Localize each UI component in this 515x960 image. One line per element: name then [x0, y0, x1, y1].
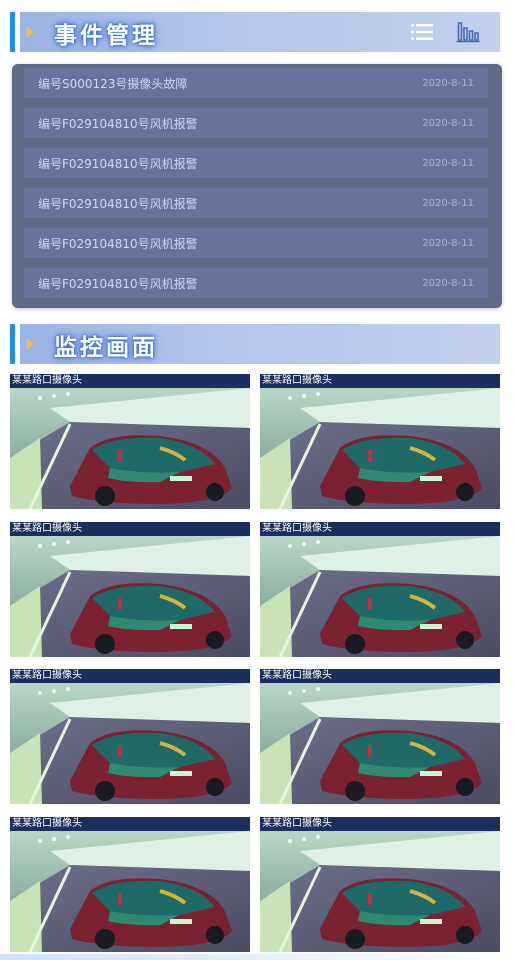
camera-feed[interactable]: 某某路口摄像头: [260, 522, 500, 657]
camera-feed[interactable]: 某某路口摄像头: [10, 522, 250, 657]
camera-label: 某某路口摄像头: [260, 374, 500, 388]
event-title: 编号F029104810号风机报警: [38, 236, 198, 251]
bottom-decoration: [0, 954, 515, 960]
camera-feed[interactable]: 某某路口摄像头: [10, 374, 250, 509]
camera-label: 某某路口摄像头: [10, 669, 250, 683]
bar-chart-icon[interactable]: [456, 20, 480, 44]
camera-feed[interactable]: 某某路口摄像头: [260, 669, 500, 804]
event-list-panel: 编号S000123号摄像头故障 2020-8-11 编号F029104810号风…: [12, 64, 502, 308]
event-date: 2020-8-11: [422, 277, 474, 289]
camera-label: 某某路口摄像头: [260, 669, 500, 683]
event-title: 编号F029104810号风机报警: [38, 276, 198, 291]
event-title: 编号S000123号摄像头故障: [38, 76, 188, 91]
events-section-title: 事件管理: [54, 23, 158, 49]
event-list-item[interactable]: 编号F029104810号风机报警 2020-8-11: [24, 268, 488, 298]
event-date: 2020-8-11: [422, 77, 474, 89]
monitor-section-header: 监控画面: [10, 324, 500, 364]
camera-image: [10, 388, 250, 509]
header-accent-bar: [10, 12, 15, 52]
monitor-section-title: 监控画面: [54, 335, 158, 361]
camera-label: 某某路口摄像头: [10, 522, 250, 536]
list-icon[interactable]: [410, 20, 434, 44]
camera-image: [260, 683, 500, 804]
camera-image: [260, 388, 500, 509]
event-list-item[interactable]: 编号F029104810号风机报警 2020-8-11: [24, 228, 488, 258]
camera-feed[interactable]: 某某路口摄像头: [260, 817, 500, 952]
camera-image: [10, 683, 250, 804]
event-date: 2020-8-11: [422, 157, 474, 169]
header-arrow-icon: [27, 26, 34, 38]
event-list-item[interactable]: 编号S000123号摄像头故障 2020-8-11: [24, 68, 488, 98]
camera-label: 某某路口摄像头: [260, 817, 500, 831]
camera-label: 某某路口摄像头: [10, 374, 250, 388]
camera-feed[interactable]: 某某路口摄像头: [10, 669, 250, 804]
events-section-header: 事件管理: [10, 12, 500, 52]
camera-image: [10, 831, 250, 952]
event-list-item[interactable]: 编号F029104810号风机报警 2020-8-11: [24, 108, 488, 138]
camera-image: [260, 536, 500, 657]
camera-feed[interactable]: 某某路口摄像头: [10, 817, 250, 952]
header-accent-bar: [10, 324, 15, 364]
event-title: 编号F029104810号风机报警: [38, 196, 198, 211]
camera-image: [260, 831, 500, 952]
event-list-item[interactable]: 编号F029104810号风机报警 2020-8-11: [24, 188, 488, 218]
camera-image: [10, 536, 250, 657]
event-list-item[interactable]: 编号F029104810号风机报警 2020-8-11: [24, 148, 488, 178]
event-date: 2020-8-11: [422, 237, 474, 249]
camera-feed[interactable]: 某某路口摄像头: [260, 374, 500, 509]
camera-label: 某某路口摄像头: [10, 817, 250, 831]
camera-label: 某某路口摄像头: [260, 522, 500, 536]
event-date: 2020-8-11: [422, 197, 474, 209]
header-arrow-icon: [27, 338, 34, 350]
event-title: 编号F029104810号风机报警: [38, 116, 198, 131]
event-date: 2020-8-11: [422, 117, 474, 129]
event-title: 编号F029104810号风机报警: [38, 156, 198, 171]
